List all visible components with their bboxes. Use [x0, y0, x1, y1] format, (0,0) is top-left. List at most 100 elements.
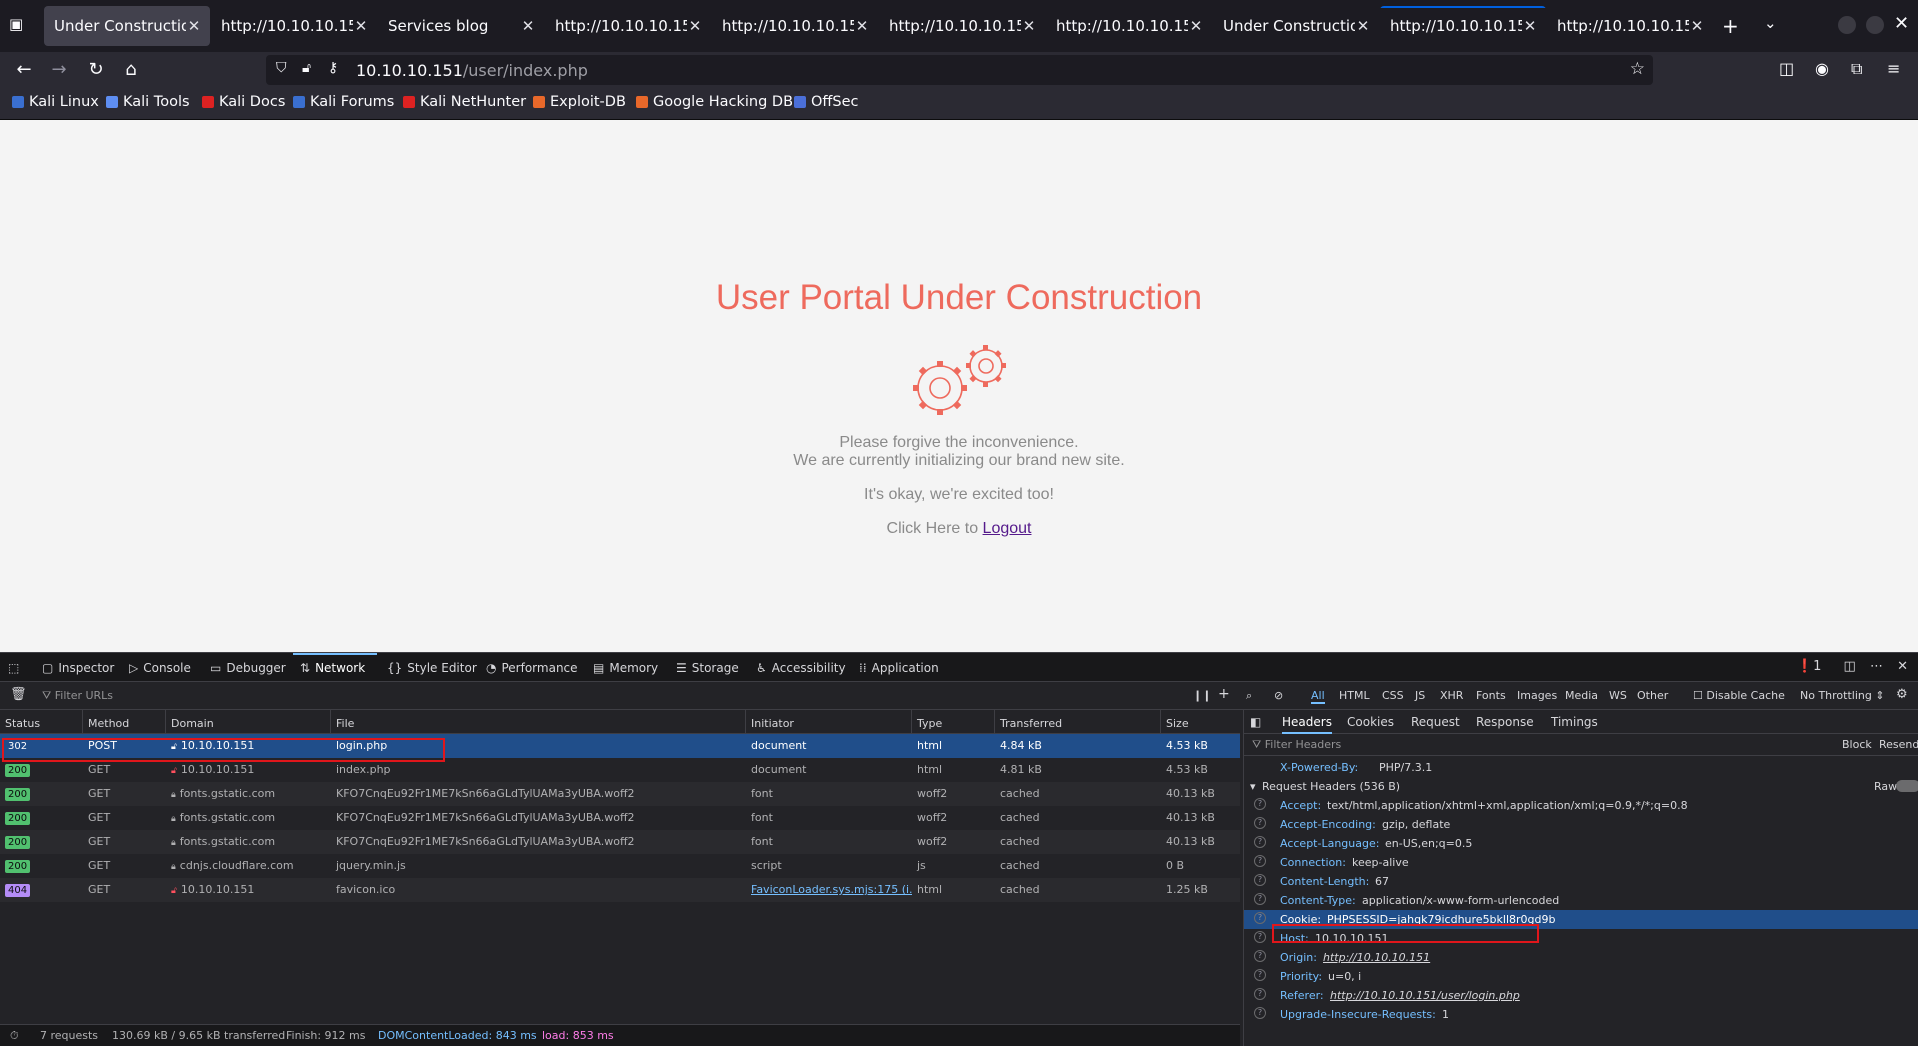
close-tab-icon[interactable]: ✕ — [687, 17, 703, 35]
filter-xhr[interactable]: XHR — [1440, 689, 1463, 702]
reload-icon[interactable]: ↻ — [84, 58, 108, 82]
logout-link[interactable]: Logout — [983, 520, 1032, 537]
request-headers-section[interactable]: ▾ Request Headers (536 B) Raw — [1244, 777, 1918, 796]
filter-all[interactable]: All — [1311, 689, 1325, 704]
new-tab-icon[interactable]: + — [1722, 14, 1739, 38]
column-initiator[interactable]: Initiator — [746, 710, 912, 733]
header-row[interactable]: ? Accept: text/html,application/xhtml+xml,… — [1244, 796, 1918, 815]
filter-html[interactable]: HTML — [1339, 689, 1370, 702]
tab-network[interactable]: ⇅ Network — [300, 661, 365, 675]
close-tab-icon[interactable]: ✕ — [1355, 17, 1371, 35]
raw-toggle[interactable] — [1896, 780, 1918, 792]
tab-console[interactable]: ▷ Console — [129, 661, 191, 675]
column-method[interactable]: Method — [83, 710, 166, 733]
tab-loading[interactable]: http://10.10.10.151/u✕ — [1380, 6, 1546, 46]
filter-other[interactable]: Other — [1637, 689, 1668, 702]
tab-response[interactable]: Response — [1476, 715, 1534, 729]
pause-icon[interactable]: ❙❙ — [1193, 689, 1211, 702]
table-row[interactable]: 404 GET 🔓︎ 10.10.10.151 favicon.ico Favic… — [0, 878, 1240, 902]
close-window-icon[interactable]: ✕ — [1894, 13, 1909, 34]
header-row[interactable]: ? Referer: http://10.10.10.151/user/login.… — [1244, 986, 1918, 1005]
header-row[interactable]: ? Origin: http://10.10.10.151 — [1244, 948, 1918, 967]
url-text[interactable]: 10.10.10.151/user/index.php — [356, 61, 588, 80]
filter-urls-input[interactable]: ⛛ Filter URLs — [42, 689, 113, 703]
header-row[interactable]: ? Accept-Language: en-US,en;q=0.5 — [1244, 834, 1918, 853]
close-tab-icon[interactable]: ✕ — [1522, 17, 1538, 35]
tab[interactable]: http://10.10.10.151/b✕ — [712, 6, 878, 46]
column-status[interactable]: Status — [0, 710, 83, 733]
column-domain[interactable]: Domain — [166, 710, 331, 733]
filter-ws[interactable]: WS — [1609, 689, 1627, 702]
tab[interactable]: Under Construction ✕ — [1213, 6, 1379, 46]
help-icon[interactable]: ? — [1254, 893, 1266, 905]
initiator-link[interactable]: FaviconLoader.sys.mjs:175 (i... — [751, 883, 912, 896]
tab[interactable]: http://10.10.10.151/b✕ — [879, 6, 1045, 46]
bookmark-star-icon[interactable]: ☆ — [1630, 59, 1645, 79]
help-icon[interactable]: ? — [1254, 950, 1266, 962]
dock-icon[interactable]: ◫ — [1844, 659, 1856, 674]
trash-icon[interactable]: 🗑︎ — [10, 687, 27, 702]
maximize-icon[interactable] — [1866, 16, 1884, 34]
disable-cache-checkbox[interactable]: ☐ Disable Cache — [1693, 689, 1785, 702]
help-icon[interactable]: ? — [1254, 874, 1266, 886]
help-icon[interactable]: ? — [1254, 1007, 1266, 1019]
throttling-select[interactable]: No Throttling ⇕ — [1800, 689, 1885, 702]
block-button[interactable]: Block — [1842, 738, 1872, 751]
tab-headers[interactable]: Headers — [1282, 715, 1332, 734]
toggle-sidebar-icon[interactable]: ◧ — [1250, 715, 1261, 729]
close-tab-icon[interactable]: ✕ — [1188, 17, 1204, 35]
filter-headers-input[interactable]: ⛛ Filter Headers — [1252, 738, 1341, 752]
table-row[interactable]: 200 GET 🔒︎ fonts.gstatic.com KFO7CnqEu92F… — [0, 806, 1240, 830]
bookmark-offsec[interactable]: OffSec — [794, 94, 859, 110]
help-icon[interactable]: ? — [1254, 988, 1266, 1000]
tab[interactable]: http://10.10.10.151/b✕ — [545, 6, 711, 46]
close-tab-icon[interactable]: ✕ — [854, 17, 870, 35]
filter-css[interactable]: CSS — [1382, 689, 1404, 702]
tab[interactable]: http://10.10.10.151/b✕ — [1046, 6, 1212, 46]
menu-icon[interactable]: ≡ — [1887, 59, 1900, 78]
column-transferred[interactable]: Transferred — [995, 710, 1161, 733]
firefox-view-icon[interactable]: ▣ — [9, 15, 31, 35]
tab[interactable]: http://10.10.10.151/u✕ — [1547, 6, 1713, 46]
close-tab-icon[interactable]: ✕ — [186, 17, 202, 35]
header-row[interactable]: ? Accept-Encoding: gzip, deflate — [1244, 815, 1918, 834]
block-icon[interactable]: ⊘ — [1274, 689, 1283, 702]
table-row[interactable]: 200 GET 🔒︎ fonts.gstatic.com KFO7CnqEu92F… — [0, 782, 1240, 806]
header-row[interactable]: ? Content-Type: application/x-www-form-url… — [1244, 891, 1918, 910]
close-tab-icon[interactable]: ✕ — [353, 17, 369, 35]
filter-media[interactable]: Media — [1565, 689, 1598, 702]
tab-application[interactable]: ⁞⁞ Application — [859, 661, 939, 675]
key-icon[interactable]: ⚷ — [328, 60, 338, 76]
column-file[interactable]: File — [331, 710, 746, 733]
column-type[interactable]: Type — [912, 710, 995, 733]
tab-debugger[interactable]: ▭ Debugger — [210, 661, 286, 675]
bookmark-google-hacking-db[interactable]: Google Hacking DB — [636, 94, 793, 110]
bookmark-kali-forums[interactable]: Kali Forums — [293, 94, 394, 110]
bookmark-exploit-db[interactable]: Exploit-DB — [533, 94, 626, 110]
tab-accessibility[interactable]: ♿︎ Accessibility — [756, 661, 846, 675]
tab-memory[interactable]: ▤ Memory — [593, 661, 658, 675]
extensions-icon[interactable]: ⧉ — [1851, 59, 1862, 79]
settings-gear-icon[interactable]: ⚙ — [1896, 687, 1908, 702]
filter-js[interactable]: JS — [1415, 689, 1425, 702]
help-icon[interactable]: ? — [1254, 817, 1266, 829]
filter-images[interactable]: Images — [1517, 689, 1557, 702]
tab-timings[interactable]: Timings — [1551, 715, 1598, 729]
bookmark-kali-docs[interactable]: Kali Docs — [202, 94, 285, 110]
help-icon[interactable]: ? — [1254, 836, 1266, 848]
help-icon[interactable]: ? — [1254, 969, 1266, 981]
resend-button[interactable]: Resend — [1879, 738, 1918, 751]
tab[interactable]: Services blog ✕ — [378, 6, 544, 46]
header-row[interactable]: ? Priority: u=0, i — [1244, 967, 1918, 986]
error-icon[interactable]: ❗ — [1797, 659, 1813, 674]
header-row[interactable]: ? Upgrade-Insecure-Requests: 1 — [1244, 1005, 1918, 1024]
account-icon[interactable]: ◉ — [1815, 59, 1829, 78]
close-tab-icon[interactable]: ✕ — [1021, 17, 1037, 35]
table-row[interactable]: 200 GET 🔒︎ cdnjs.cloudflare.com jquery.mi… — [0, 854, 1240, 878]
help-icon[interactable]: ? — [1254, 855, 1266, 867]
tab-storage[interactable]: ☰ Storage — [676, 661, 739, 675]
collapse-arrow-icon[interactable]: ▾ — [1250, 780, 1256, 793]
tab-under-construction-active[interactable]: Under Construction ✕ — [44, 6, 210, 46]
performance-analysis-icon[interactable]: ⏱ — [10, 1029, 19, 1043]
close-tab-icon[interactable]: ✕ — [520, 17, 536, 35]
